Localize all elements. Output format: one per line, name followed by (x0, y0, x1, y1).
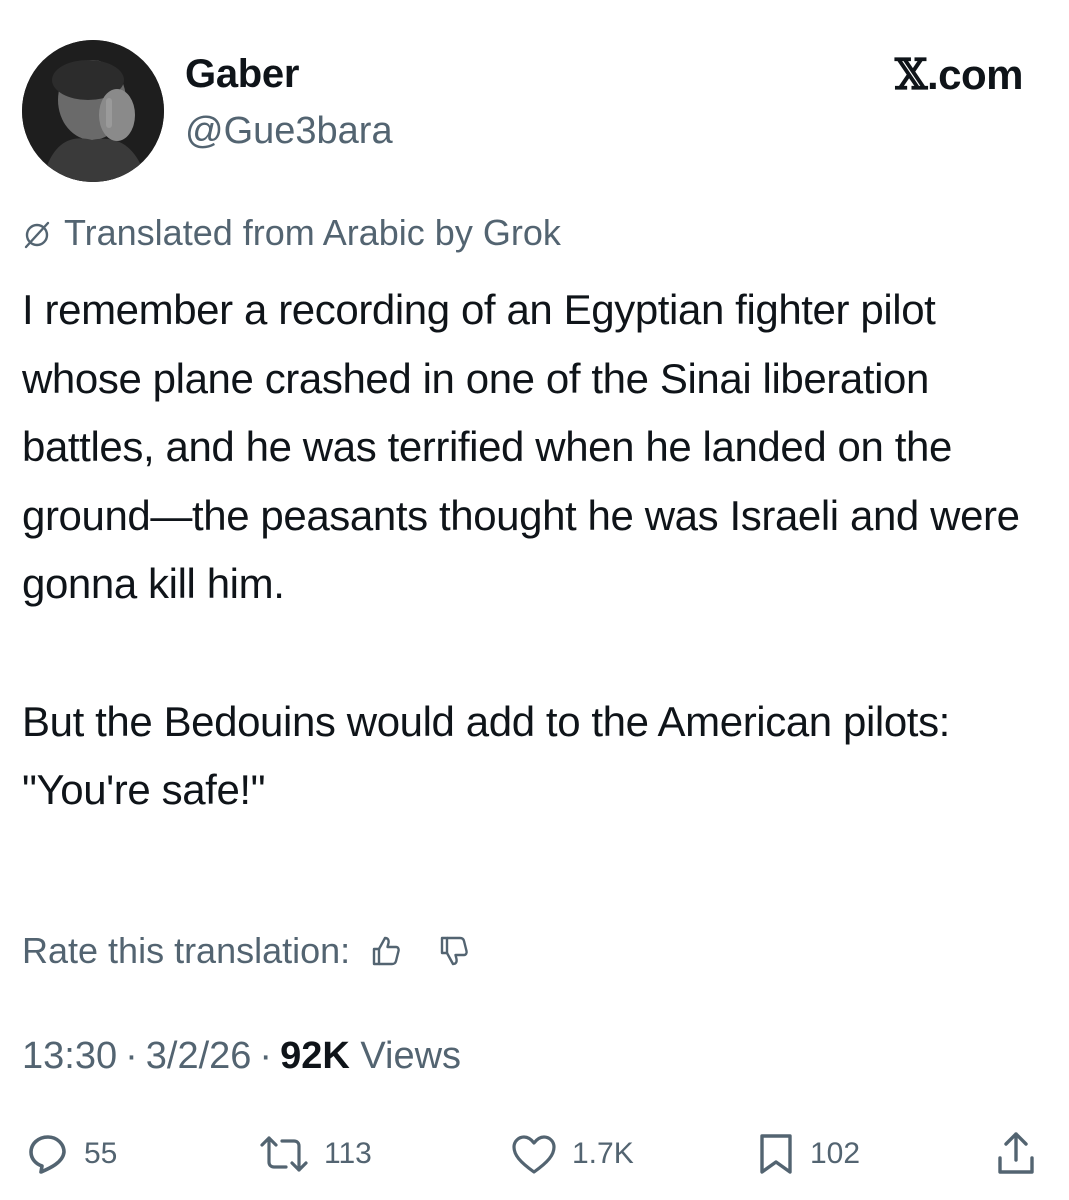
thumbs-up-icon[interactable] (368, 933, 404, 969)
reply-button[interactable]: 55 (26, 1128, 117, 1180)
tweet-time[interactable]: 13:30 (22, 1035, 117, 1077)
globe-icon (24, 221, 50, 249)
share-icon (998, 1132, 1034, 1174)
meta-separator: · (125, 1035, 138, 1077)
rate-label: Rate this translation: (22, 930, 351, 971)
bookmark-button[interactable]: 102 (756, 1128, 860, 1180)
tweet-text: I remember a recording of an Egyptian fi… (22, 276, 1052, 825)
x-logo-suffix: .com (926, 51, 1024, 98)
meta-separator: · (259, 1035, 273, 1077)
rate-translation: Rate this translation: (22, 927, 472, 975)
user-handle[interactable]: @Gue3bara (185, 108, 393, 154)
tweet-paragraph-1: I remember a recording of an Egyptian fi… (22, 286, 1020, 608)
repost-button[interactable]: 113 (258, 1128, 372, 1180)
repost-count: 113 (324, 1137, 372, 1170)
tweet-date[interactable]: 3/2/26 (146, 1035, 252, 1077)
action-bar: 55 113 1.7K 102 (0, 1128, 1069, 1180)
tweet-meta: 13:30 · 3/2/26 · 92K Views (22, 1030, 461, 1082)
share-button[interactable] (994, 1128, 1038, 1180)
heart-icon (512, 1135, 556, 1174)
views-count: 92K (280, 1035, 350, 1077)
reply-icon (29, 1135, 66, 1174)
bookmark-icon (760, 1134, 792, 1174)
views-label: Views (360, 1035, 462, 1077)
avatar-image (22, 40, 164, 182)
like-button[interactable]: 1.7K (510, 1128, 634, 1180)
display-name[interactable]: Gaber (185, 50, 299, 98)
reply-count: 55 (84, 1137, 118, 1170)
bookmark-count: 102 (810, 1137, 861, 1170)
x-logo-glyph: 𝕏 (894, 50, 928, 99)
like-count: 1.7K (572, 1137, 634, 1170)
avatar[interactable] (22, 40, 164, 182)
translation-label: Translated from Arabic by Grok (64, 212, 561, 253)
tweet-paragraph-2: But the Bedouins would add to the Americ… (22, 697, 950, 814)
translation-notice: Translated from Arabic by Grok (22, 210, 561, 256)
thumbs-down-icon[interactable] (436, 933, 472, 969)
x-com-logo: 𝕏.com (894, 50, 1024, 100)
repost-icon (260, 1136, 308, 1172)
